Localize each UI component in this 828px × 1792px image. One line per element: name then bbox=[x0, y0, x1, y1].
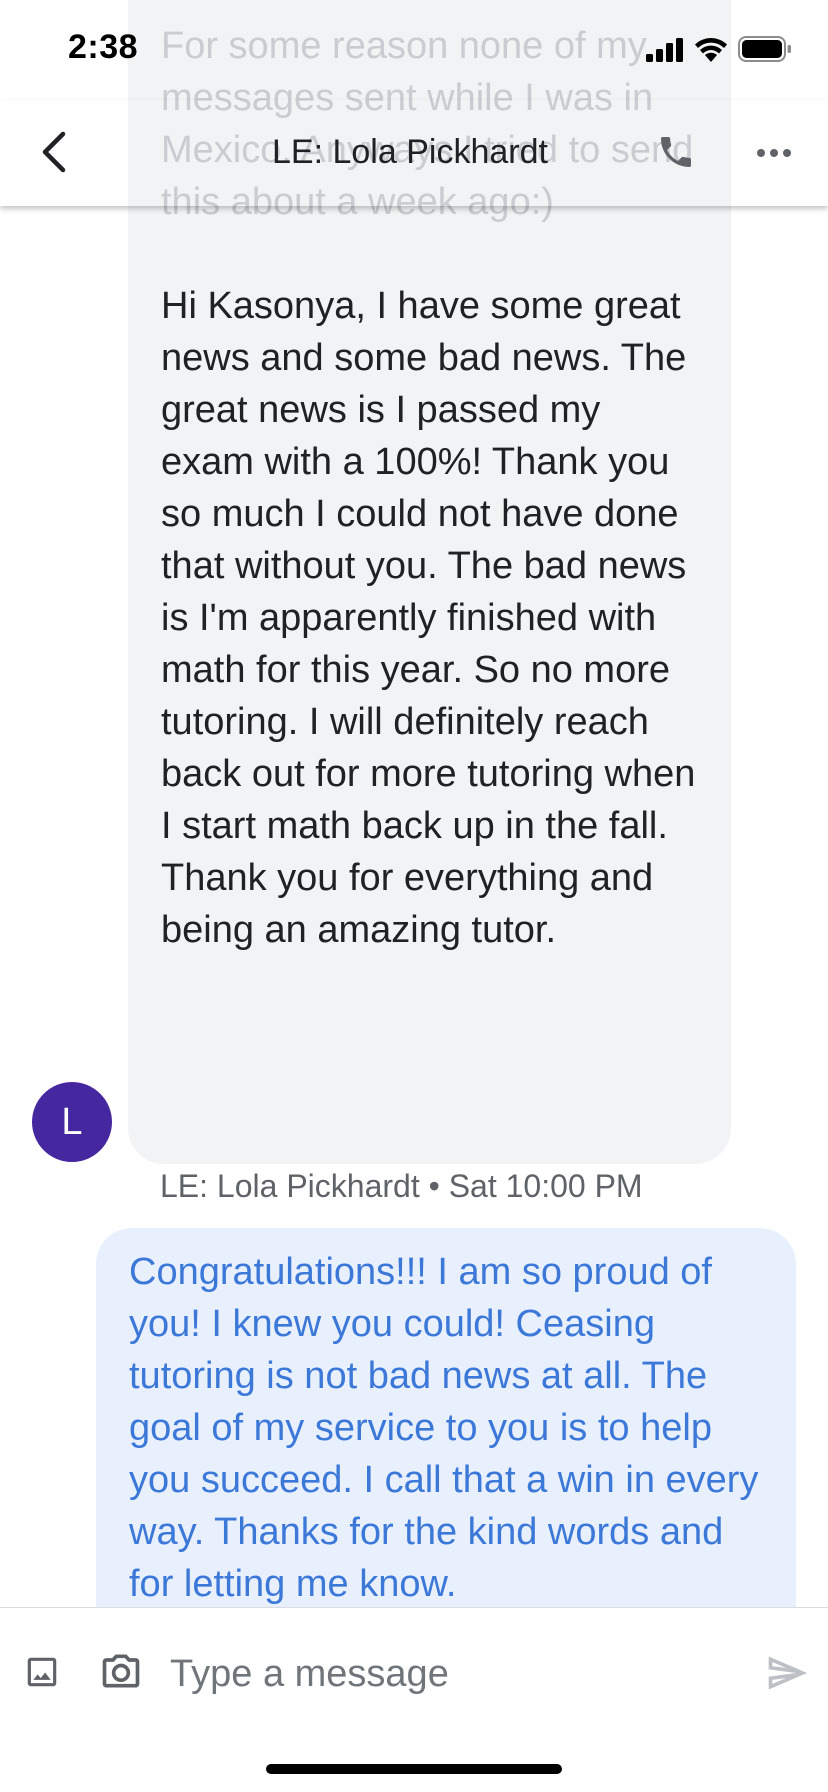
cellular-signal-icon bbox=[646, 38, 684, 67]
status-bar: 2:38 bbox=[0, 0, 828, 100]
home-indicator[interactable] bbox=[266, 1764, 562, 1774]
status-time: 2:38 bbox=[68, 28, 139, 66]
more-horizontal-icon bbox=[756, 145, 792, 163]
avatar-initial: L bbox=[61, 1101, 83, 1143]
incoming-message-body: Hi Kasonya, I have some great news and s… bbox=[161, 285, 706, 951]
avatar[interactable]: L bbox=[32, 1082, 112, 1162]
message-meta: LE: Lola Pickhardt • Sat 10:00 PM bbox=[160, 1166, 643, 1206]
outgoing-message-bubble[interactable]: Congratulations!!! I am so proud of you!… bbox=[96, 1228, 796, 1608]
gallery-button[interactable] bbox=[18, 1650, 66, 1698]
wifi-icon bbox=[694, 36, 728, 67]
battery-icon bbox=[738, 36, 792, 67]
conversation-title[interactable]: LE: Lola Pickhardt bbox=[272, 130, 548, 174]
sender-name: LE: Lola Pickhardt bbox=[160, 1168, 420, 1204]
message-timestamp: Sat 10:00 PM bbox=[448, 1168, 643, 1204]
message-input[interactable] bbox=[170, 1644, 730, 1704]
phone-icon bbox=[656, 132, 696, 177]
image-icon bbox=[23, 1653, 61, 1696]
meta-separator: • bbox=[428, 1168, 440, 1204]
conversation-header: LE: Lola Pickhardt bbox=[0, 100, 828, 206]
message-composer bbox=[0, 1607, 828, 1728]
camera-button[interactable] bbox=[96, 1648, 146, 1698]
more-options-button[interactable] bbox=[746, 126, 802, 182]
chevron-left-icon bbox=[39, 130, 69, 179]
send-button[interactable] bbox=[762, 1650, 812, 1700]
outgoing-message-text: Congratulations!!! I am so proud of you!… bbox=[129, 1251, 759, 1605]
back-button[interactable] bbox=[24, 124, 84, 184]
camera-icon bbox=[99, 1649, 143, 1698]
call-button[interactable] bbox=[648, 126, 704, 182]
message-thread[interactable]: For some reason none of my messages sent… bbox=[0, 0, 828, 1608]
send-icon bbox=[765, 1651, 809, 1700]
status-icons bbox=[646, 36, 792, 67]
